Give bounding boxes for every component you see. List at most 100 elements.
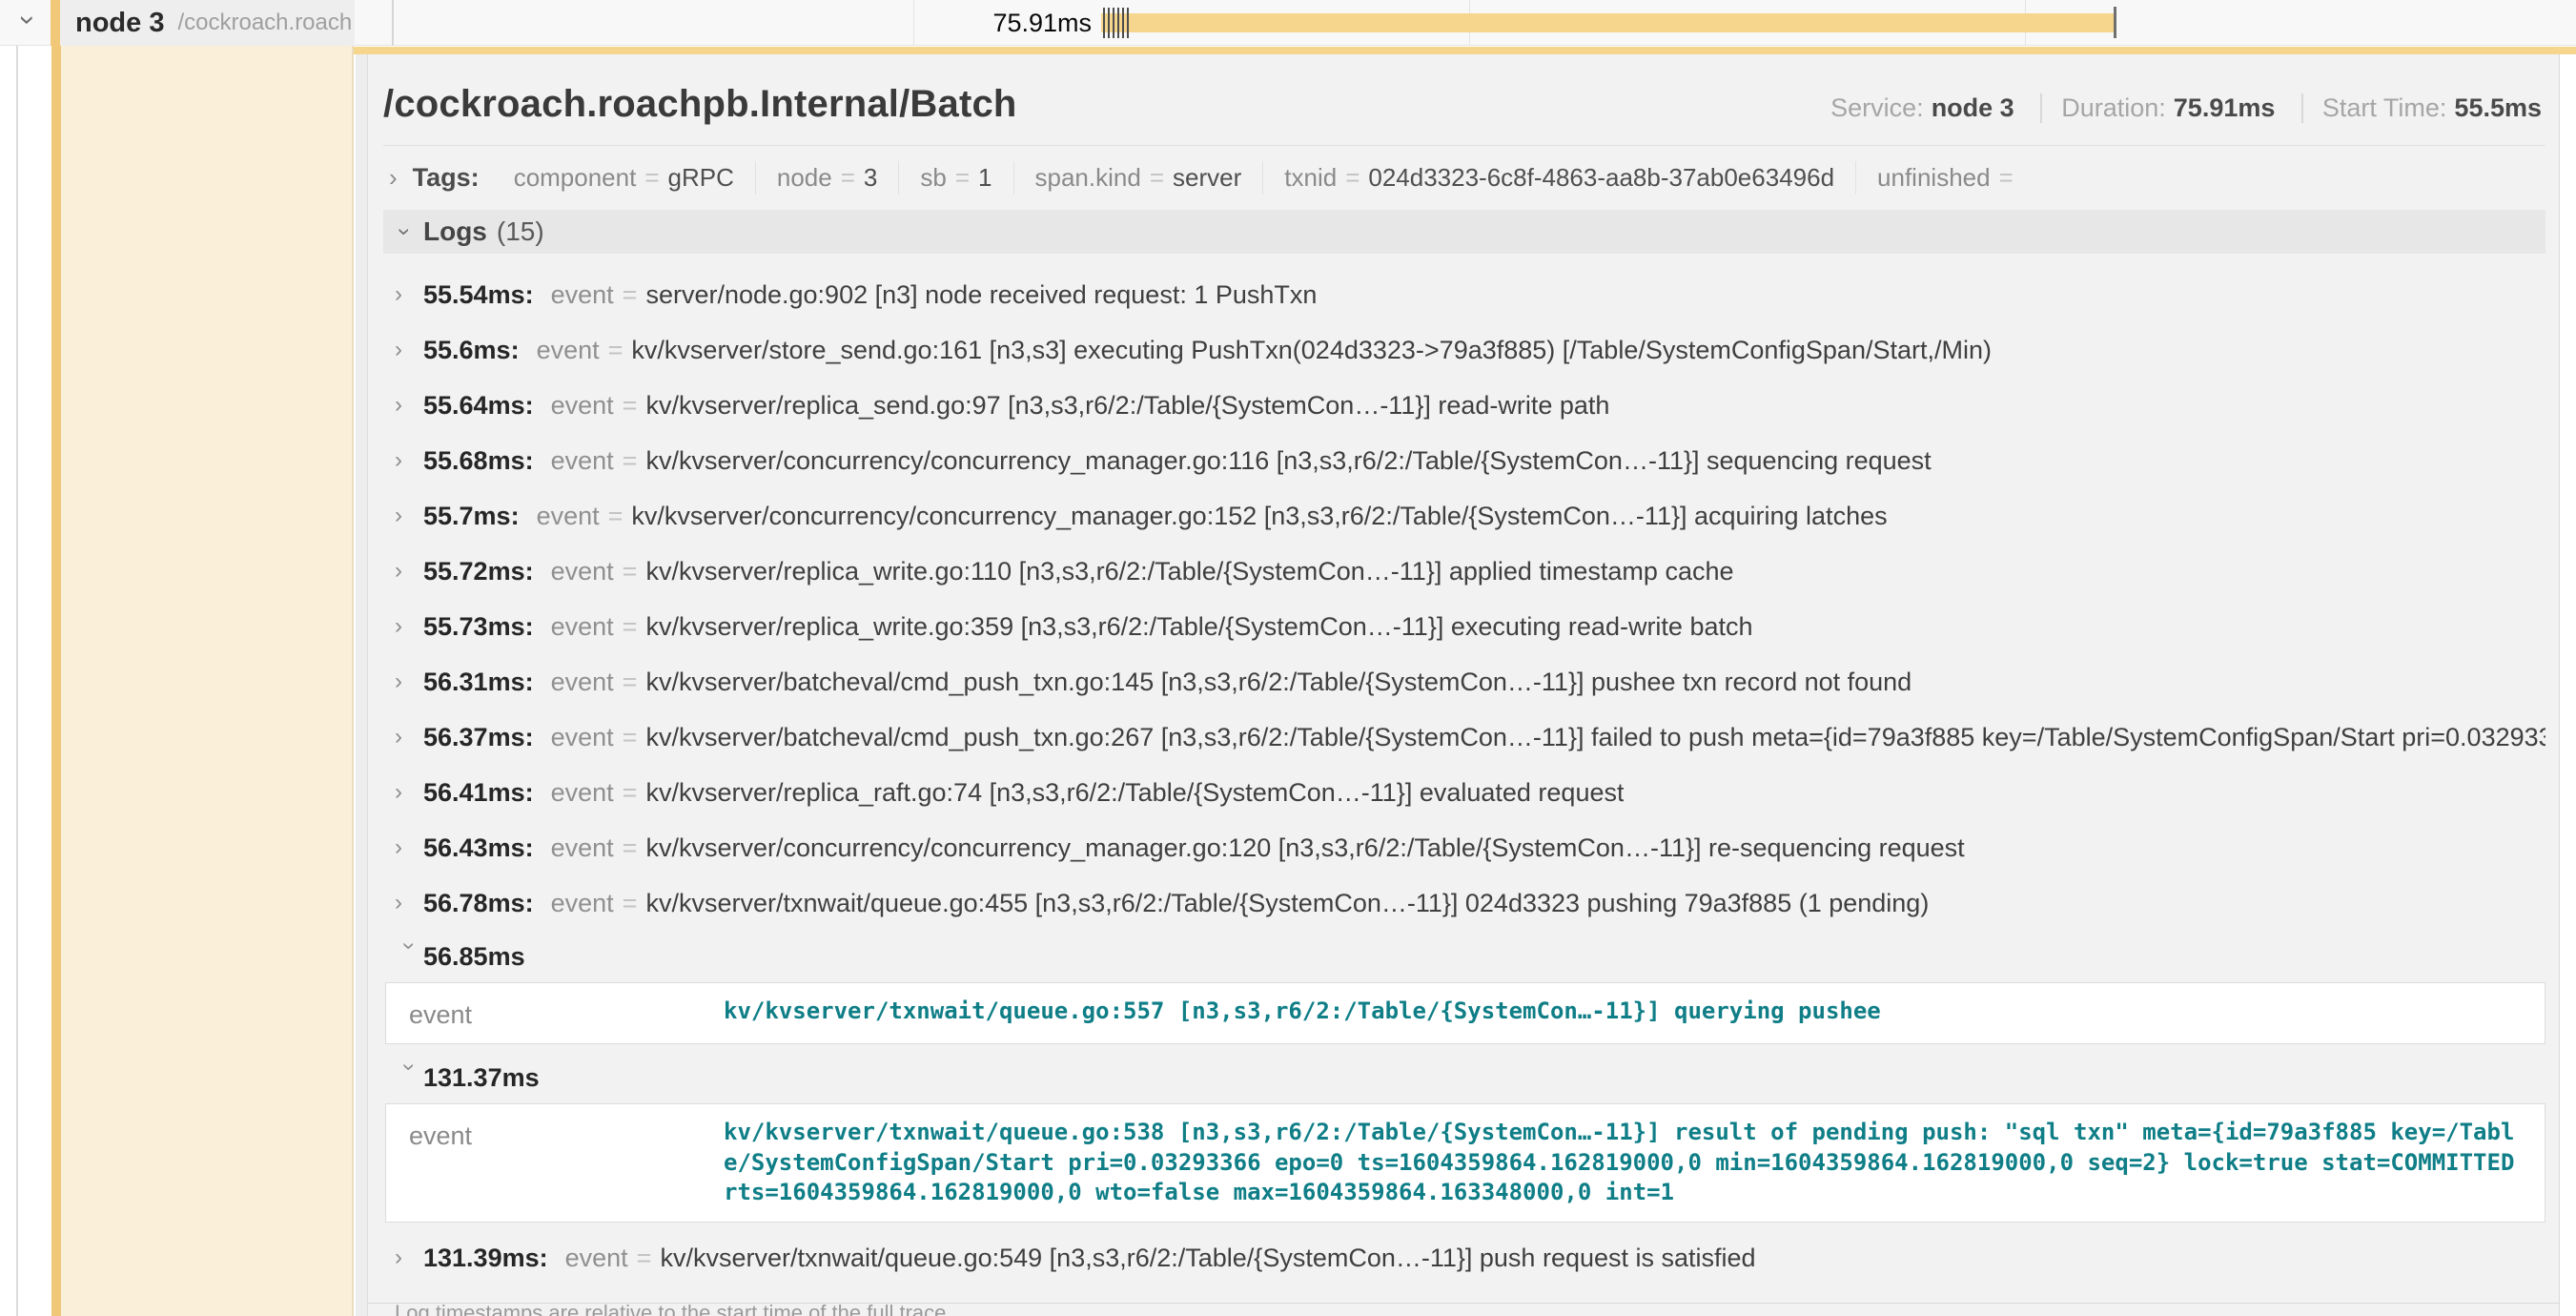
detail-header: /cockroach.roachpb.Internal/Batch Servic…	[383, 54, 2545, 126]
log-timestamp: 55.73ms:	[423, 612, 534, 642]
timeline-gridline	[913, 0, 914, 46]
log-value: server/node.go:902 [n3] node received re…	[645, 280, 1317, 310]
log-tick	[1117, 8, 1119, 38]
log-field-key: event	[409, 997, 724, 1030]
log-value: kv/kvserver/replica_write.go:359 [n3,s3,…	[645, 612, 1752, 642]
log-timestamp: 55.68ms:	[423, 446, 534, 476]
next-span-bar	[354, 47, 2576, 54]
span-name-cell[interactable]: node 3 /cockroach.roach…	[51, 0, 355, 46]
logs-accordion-header[interactable]: › Logs (15)	[383, 210, 2545, 254]
log-value: kv/kvserver/txnwait/queue.go:455 [n3,s3,…	[645, 889, 1929, 918]
log-value: kv/kvserver/store_send.go:161 [n3,s3] ex…	[631, 336, 1992, 365]
logs-title: Logs	[423, 216, 487, 247]
chevron-right-icon: ›	[395, 281, 423, 308]
log-detail-card: event kv/kvserver/txnwait/queue.go:538 […	[385, 1103, 2545, 1223]
chevron-right-icon: ›	[395, 834, 423, 861]
log-entry[interactable]: › 131.39ms: event = kv/kvserver/txnwait/…	[383, 1230, 2545, 1285]
logs-footer-note: Log timestamps are relative to the start…	[383, 1285, 2545, 1316]
chevron-down-icon[interactable]: ›	[11, 15, 44, 25]
log-field-key: event	[409, 1118, 724, 1208]
log-entry[interactable]: › 56.37ms: event = kv/kvserver/batcheval…	[383, 709, 2545, 765]
log-tick	[1122, 8, 1124, 38]
span-row[interactable]: › node 3 /cockroach.roach… 75.91ms	[0, 0, 2576, 46]
log-timestamp: 55.6ms:	[423, 336, 520, 365]
log-value: kv/kvserver/txnwait/queue.go:549 [n3,s3,…	[660, 1244, 1755, 1273]
log-entry[interactable]: › 56.41ms: event = kv/kvserver/replica_r…	[383, 765, 2545, 820]
log-detail-card: event kv/kvserver/txnwait/queue.go:557 […	[385, 982, 2545, 1044]
log-timestamp: 55.7ms:	[423, 502, 520, 531]
log-entry[interactable]: › 55.64ms: event = kv/kvserver/replica_s…	[383, 378, 2545, 433]
tags-accordion[interactable]: › Tags: component=gRPC node=3 sb=1 span.…	[383, 146, 2545, 204]
service-info: Service:node 3	[1830, 93, 2014, 123]
start-time-info: Start Time:55.5ms	[2301, 93, 2542, 123]
tree-guide-line	[16, 0, 18, 1316]
log-timestamp: 56.43ms:	[423, 833, 534, 863]
log-entry[interactable]: › 55.72ms: event = kv/kvserver/replica_w…	[383, 544, 2545, 599]
span-detail-panel: /cockroach.roachpb.Internal/Batch Servic…	[367, 54, 2560, 1316]
chevron-right-icon: ›	[395, 724, 423, 751]
log-timestamp: 56.78ms:	[423, 889, 534, 918]
log-timestamp: 56.41ms:	[423, 778, 534, 808]
log-value: kv/kvserver/batcheval/cmd_push_txn.go:26…	[645, 723, 2545, 752]
log-marker-cluster	[1103, 8, 1132, 38]
log-value: kv/kvserver/concurrency/concurrency_mana…	[645, 833, 1964, 863]
log-entry[interactable]: › 55.54ms: event = server/node.go:902 [n…	[383, 267, 2545, 322]
log-timestamp: 55.64ms:	[423, 391, 534, 421]
chevron-right-icon: ›	[395, 558, 423, 585]
span-info: Service:node 3 Duration:75.91ms Start Ti…	[1830, 93, 2542, 123]
tag-unfinished: unfinished=	[1855, 161, 2043, 195]
log-entry[interactable]: › 55.6ms: event = kv/kvserver/store_send…	[383, 322, 2545, 378]
span-accent-strip	[51, 46, 61, 1316]
log-timestamp: 131.37ms	[423, 1063, 540, 1093]
chevron-right-icon: ›	[395, 668, 423, 695]
log-entry[interactable]: › 55.7ms: event = kv/kvserver/concurrenc…	[383, 488, 2545, 544]
log-tick	[1113, 8, 1114, 38]
log-timestamp: 56.37ms:	[423, 723, 534, 752]
span-detail-row-background	[61, 46, 354, 1316]
tag-txnid: txnid=024d3323-6c8f-4863-aa8b-37ab0e6349…	[1262, 161, 1855, 195]
log-tick	[1108, 8, 1110, 38]
log-field-value: kv/kvserver/txnwait/queue.go:538 [n3,s3,…	[724, 1118, 2522, 1208]
logs-count: (15)	[497, 216, 544, 247]
chevron-right-icon[interactable]: ›	[389, 163, 398, 193]
logs-section: › Logs (15) › 55.54ms: event = server/no…	[383, 210, 2545, 1316]
tags-label: Tags:	[413, 163, 480, 193]
log-value: kv/kvserver/replica_send.go:97 [n3,s3,r6…	[645, 391, 1609, 421]
log-entry-expanded-header[interactable]: › 56.85ms	[383, 931, 2545, 982]
operation-title: /cockroach.roachpb.Internal/Batch	[383, 83, 1017, 126]
log-tick	[1127, 8, 1129, 38]
log-value: kv/kvserver/batcheval/cmd_push_txn.go:14…	[645, 668, 1912, 697]
chevron-down-icon[interactable]: ›	[391, 228, 418, 236]
chevron-down-icon: ›	[396, 1063, 422, 1092]
column-resizer[interactable]	[392, 0, 394, 46]
log-entry[interactable]: › 55.68ms: event = kv/kvserver/concurren…	[383, 433, 2545, 488]
chevron-right-icon: ›	[395, 337, 423, 363]
log-timestamp: 131.39ms:	[423, 1244, 548, 1273]
chevron-right-icon: ›	[395, 1244, 423, 1271]
detail-left-gutter	[356, 54, 367, 1316]
log-entry-expanded-header[interactable]: › 131.37ms	[383, 1052, 2545, 1103]
span-operation-name: /cockroach.roach…	[177, 10, 355, 36]
span-service-name: node 3	[75, 8, 164, 39]
log-value: kv/kvserver/replica_write.go:110 [n3,s3,…	[645, 557, 1733, 586]
log-entry[interactable]: › 55.73ms: event = kv/kvserver/replica_w…	[383, 599, 2545, 654]
log-tick	[1103, 8, 1105, 38]
log-tick-end	[2114, 7, 2116, 38]
log-timestamp: 55.72ms:	[423, 557, 534, 586]
log-entry[interactable]: › 56.78ms: event = kv/kvserver/txnwait/q…	[383, 875, 2545, 931]
chevron-right-icon: ›	[395, 447, 423, 474]
log-entry[interactable]: › 56.43ms: event = kv/kvserver/concurren…	[383, 820, 2545, 875]
log-value: kv/kvserver/replica_raft.go:74 [n3,s3,r6…	[645, 778, 1624, 808]
chevron-down-icon: ›	[396, 942, 422, 971]
log-list: › 55.54ms: event = server/node.go:902 [n…	[383, 254, 2545, 1285]
log-timestamp: 55.54ms:	[423, 280, 534, 310]
log-field-value: kv/kvserver/txnwait/queue.go:557 [n3,s3,…	[724, 997, 2522, 1030]
log-entry[interactable]: › 56.31ms: event = kv/kvserver/batcheval…	[383, 654, 2545, 709]
log-value: kv/kvserver/concurrency/concurrency_mana…	[631, 502, 1887, 531]
tag-node: node=3	[755, 161, 899, 195]
duration-info: Duration:75.91ms	[2040, 93, 2275, 123]
span-duration-bar[interactable]	[1101, 13, 2114, 32]
chevron-right-icon: ›	[395, 503, 423, 529]
chevron-right-icon: ›	[395, 890, 423, 916]
log-timestamp: 56.85ms	[423, 942, 525, 972]
